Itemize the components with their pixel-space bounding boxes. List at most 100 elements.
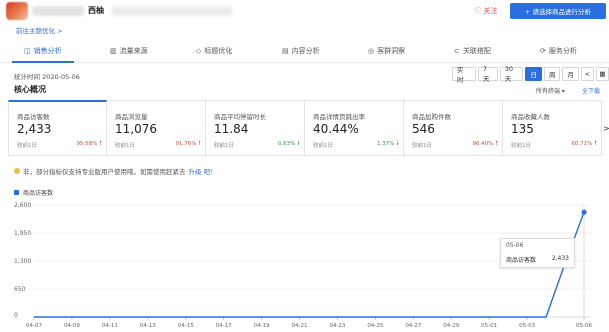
tab-traffic[interactable]: ▥ 流量来源 xyxy=(110,46,148,56)
period-30d[interactable]: 30天 xyxy=(499,65,524,83)
shop-logo xyxy=(6,2,28,20)
download-link[interactable]: 全下载 xyxy=(582,86,600,95)
period-day[interactable]: 日 xyxy=(525,67,542,81)
period-week[interactable]: 周 xyxy=(543,67,561,81)
legend-swatch xyxy=(14,190,19,195)
top-bar: 西柚 ♡ 关注 + 请选择商品进行分析 xyxy=(0,0,609,22)
arrow-up-icon: 🠕 xyxy=(198,140,201,147)
metric-change: 91.76% 🠕 xyxy=(175,139,201,149)
x-tick-label: 05-06 xyxy=(576,323,592,329)
period-realtime[interactable]: 实 时 xyxy=(452,66,476,84)
metric-card[interactable]: 商品平均停留时长 11.84 较前1日 0.63% 🠗 xyxy=(206,100,305,156)
tab-customers[interactable]: ◎ 客群洞察 xyxy=(368,46,405,56)
metric-card[interactable]: 商品加购件数 546 较前1日 96.40% 🠕 xyxy=(404,100,503,156)
metric-change: 96.40% 🠕 xyxy=(472,139,498,149)
metric-change: 95.58% 🠕 xyxy=(76,139,102,149)
chart-tooltip: 05-06 商品访客数 2,433 xyxy=(500,238,575,268)
arrow-down-icon: 🠗 xyxy=(297,140,300,147)
metric-change: 1.37% 🠗 xyxy=(377,139,399,149)
x-tick-label: 04-11 xyxy=(102,323,118,329)
tab-sales[interactable]: ◫ 销售分析 xyxy=(24,46,62,56)
x-tick-label: 04-25 xyxy=(367,323,383,329)
doc-icon: ▤ xyxy=(282,47,289,55)
metric-compare: 较前1日 xyxy=(313,143,333,149)
terminal-select[interactable]: 所有终端 ▾ xyxy=(536,86,565,95)
y-tick-label: 2,600 xyxy=(14,202,31,209)
tab-label: 流量来源 xyxy=(119,47,148,55)
metric-compare: 较前1日 xyxy=(17,143,37,149)
metric-change: 0.63% 🠗 xyxy=(278,139,300,149)
metric-label: 商品加购件数 xyxy=(412,113,451,121)
arrow-up-icon: 🠕 xyxy=(495,140,498,147)
metric-label: 商品访客数 xyxy=(17,113,50,121)
period-7d[interactable]: 7天 xyxy=(477,65,498,83)
tab-title[interactable]: ◇ 标题优化 xyxy=(196,46,232,56)
metric-change: 60.71% 🠕 xyxy=(571,139,597,149)
x-tick-label: 05-01 xyxy=(481,323,497,329)
tab-label: 服务分析 xyxy=(548,47,577,55)
metric-value: 2,433 xyxy=(17,122,52,136)
metric-value: 40.44% xyxy=(313,122,359,136)
arrow-down-icon: 🠗 xyxy=(396,140,399,147)
x-tick-label: 04-07 xyxy=(26,323,42,329)
select-goods-button[interactable]: + 请选择商品进行分析 xyxy=(510,3,606,19)
heart-icon: ♡ xyxy=(474,6,482,15)
tab-label: 关联搭配 xyxy=(462,47,491,55)
metric-label: 商品浏览量 xyxy=(115,113,148,121)
y-tick-label: 1,300 xyxy=(14,258,31,265)
people-icon: ◎ xyxy=(368,47,375,55)
x-tick-label: 04-09 xyxy=(64,323,80,329)
upgrade-link[interactable]: 升级 吧！ xyxy=(189,166,217,176)
period-selector: 实 时 7天 30天 日 周 月 < ▦ xyxy=(452,65,609,84)
y-tick-label: 0 xyxy=(14,312,18,319)
funnel-icon: ▥ xyxy=(110,47,117,55)
tab-label: 标题优化 xyxy=(204,47,233,55)
next-cards-arrow[interactable]: > xyxy=(603,124,609,133)
prev-period-button[interactable]: < xyxy=(580,67,594,81)
info-icon xyxy=(14,168,20,174)
metric-compare: 较前1日 xyxy=(115,143,135,149)
metric-pct: 0.63% xyxy=(277,141,296,147)
metric-pct: 95.58% xyxy=(76,141,98,147)
metric-card[interactable]: 商品访客数 2,433 较前1日 95.58% 🠕 xyxy=(8,100,107,156)
metric-pct: 96.40% xyxy=(472,141,494,147)
metric-cards: 商品访客数 2,433 较前1日 95.58% 🠕 商品浏览量 11,076 较前… xyxy=(8,100,602,156)
calendar-icon[interactable]: ▦ xyxy=(595,67,609,81)
link-icon: ⊂ xyxy=(454,47,460,55)
tab-label: 内容分析 xyxy=(291,47,320,55)
x-tick-label: 04-19 xyxy=(254,323,270,329)
tag-icon: ◇ xyxy=(196,47,202,55)
arrow-up-icon: 🠕 xyxy=(594,140,597,147)
notice-text: 非，部分指标仅支持专业版用户使用哦，如需使用赶紧去 xyxy=(23,168,186,176)
tooltip-date: 05-06 xyxy=(506,242,524,249)
y-tick-label: 650 xyxy=(14,286,26,293)
x-tick-label: 04-17 xyxy=(216,323,232,329)
tab-content[interactable]: ▤ 内容分析 xyxy=(282,46,320,56)
metric-label: 商品平均停留时长 xyxy=(214,113,266,121)
tooltip-row: 商品访客数 2,433 xyxy=(506,255,569,264)
tab-service[interactable]: ⟳ 服务分析 xyxy=(540,46,577,56)
tooltip-value: 2,433 xyxy=(551,255,569,262)
tooltip-series: 商品访客数 xyxy=(506,257,537,264)
metric-card[interactable]: 商品详情页跳出率 40.44% 较前1日 1.37% 🠗 xyxy=(305,100,404,156)
metric-pct: 60.71% xyxy=(571,141,593,147)
tab-label: 销售分析 xyxy=(33,47,62,55)
metric-compare: 较前1日 xyxy=(412,143,432,149)
active-tab-underline xyxy=(12,61,74,63)
x-tick-label: 04-15 xyxy=(178,323,194,329)
metric-compare: 较前1日 xyxy=(511,143,531,149)
metric-compare: 较前1日 xyxy=(214,143,234,149)
metric-card[interactable]: 商品浏览量 11,076 较前1日 91.76% 🠕 xyxy=(107,100,206,156)
period-month[interactable]: 月 xyxy=(562,67,579,81)
tab-related[interactable]: ⊂ 关联搭配 xyxy=(454,46,491,56)
metric-card[interactable]: 商品收藏人数 135 较前1日 60.71% 🠕 xyxy=(503,100,602,156)
select-goods-label: + 请选择商品进行分析 xyxy=(524,8,591,16)
back-link[interactable]: 前往主题优化 > xyxy=(16,25,63,35)
tab-label: 客群洞察 xyxy=(377,47,406,55)
x-tick-label: 04-29 xyxy=(443,323,459,329)
service-icon: ⟳ xyxy=(540,47,546,55)
x-tick-label: 04-21 xyxy=(292,323,308,329)
follow-button[interactable]: ♡ 关注 xyxy=(474,6,497,16)
blurred-shop-text xyxy=(32,6,84,16)
metric-pct: 1.37% xyxy=(376,141,395,147)
